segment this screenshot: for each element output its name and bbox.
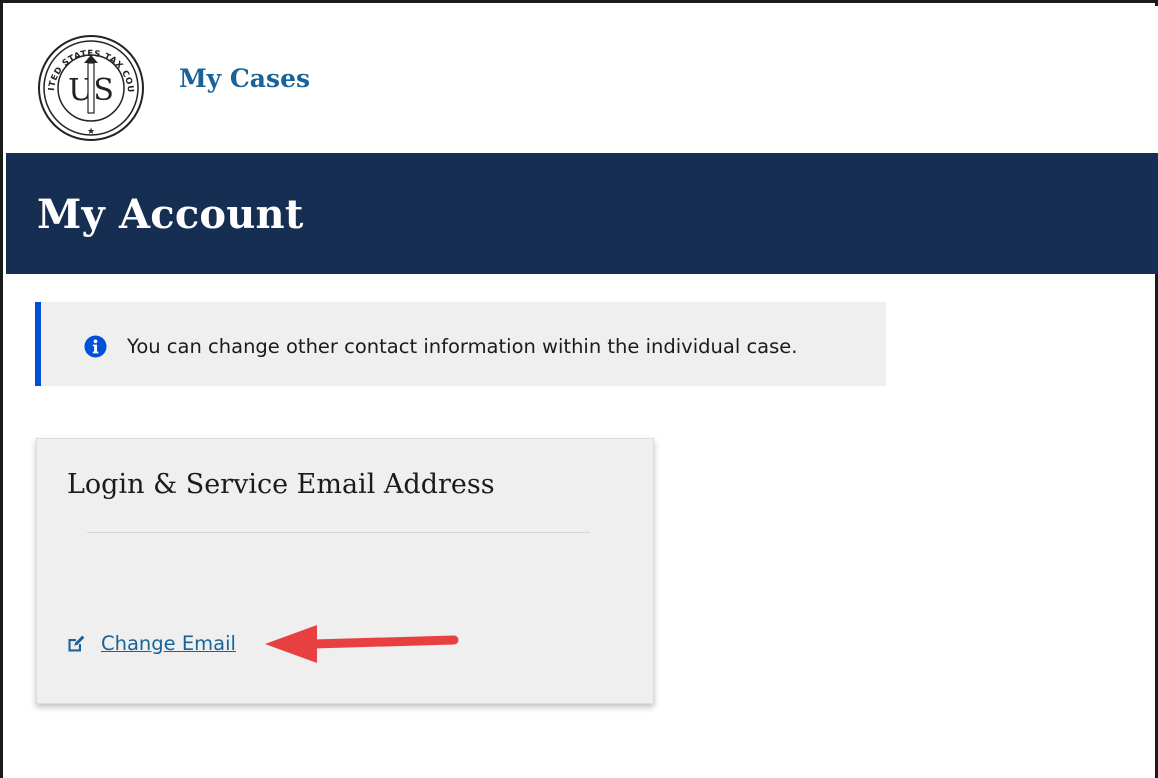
info-icon xyxy=(84,335,107,358)
site-header: UNITED STATES TAX COURT US ★ My Cases xyxy=(6,6,1158,153)
change-email-link[interactable]: Change Email xyxy=(66,632,236,655)
tax-court-seal-logo[interactable]: UNITED STATES TAX COURT US ★ xyxy=(36,33,146,143)
alert-message: You can change other contact information… xyxy=(127,335,798,358)
page-title: My Account xyxy=(37,191,304,238)
svg-text:★: ★ xyxy=(87,126,95,136)
app-window: UNITED STATES TAX COURT US ★ My Cases My… xyxy=(0,0,1158,778)
edit-icon xyxy=(68,635,85,651)
red-annotation-arrow xyxy=(265,625,459,663)
my-cases-link[interactable]: My Cases xyxy=(179,64,310,93)
card-title: Login & Service Email Address xyxy=(67,469,495,500)
info-alert: You can change other contact information… xyxy=(35,302,886,386)
change-email-label: Change Email xyxy=(101,632,236,655)
email-address-redacted xyxy=(64,566,379,590)
page-banner: My Account xyxy=(6,153,1158,274)
card-divider xyxy=(87,532,590,533)
